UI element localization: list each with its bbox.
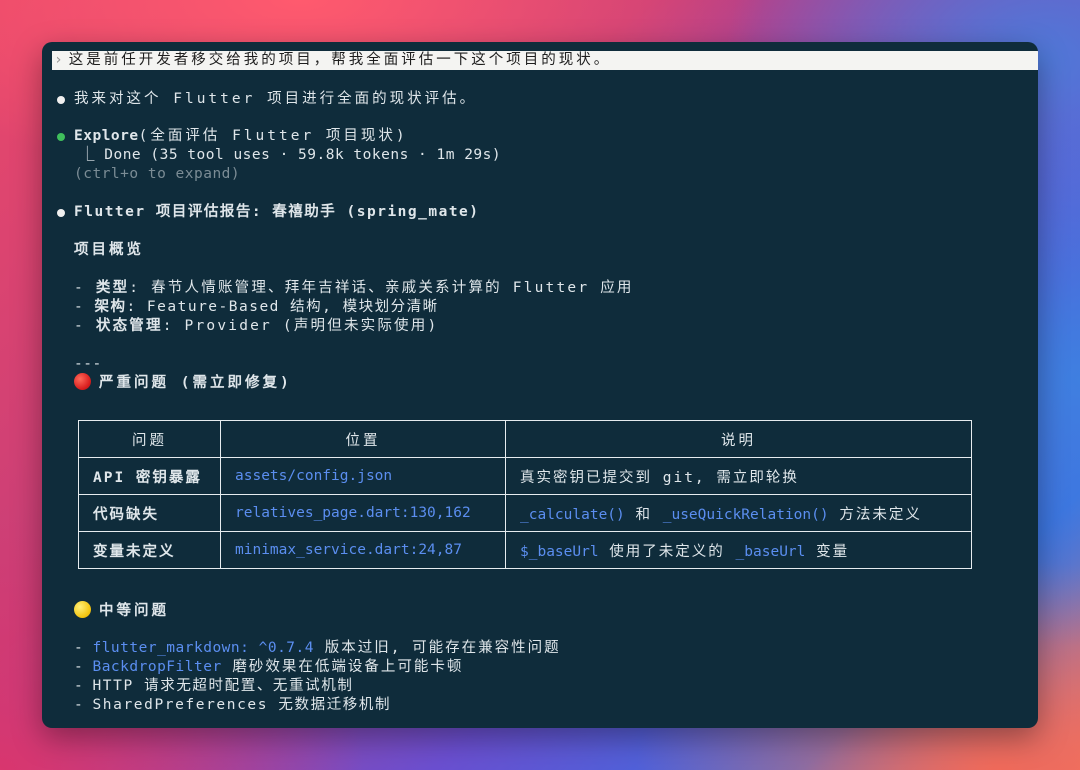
row-description: $_baseUrl 使用了未定义的 _baseUrl 变量 xyxy=(505,531,972,569)
tool-result-line: ⎿ Done (35 tool uses · 59.8k tokens · 1m… xyxy=(80,146,501,165)
intro-text: 我来对这个 Flutter 项目进行全面的现状评估。 xyxy=(74,91,478,107)
tool-result: Done (35 tool uses · 59.8k tokens · 1m 2… xyxy=(104,147,502,163)
medium-heading: 中等问题 xyxy=(74,601,169,621)
overview-item-state: - 状态管理: Provider (声明但未实际使用) xyxy=(74,318,439,334)
red-circle-icon xyxy=(74,373,91,390)
terminal-window: › 这是前任开发者移交给我的项目，帮我全面评估一下这个项目的现状。 我来对这个 F… xyxy=(42,42,1038,728)
tool-call-line: Explore(全面评估 Flutter 项目现状) xyxy=(74,127,408,146)
overview-item-architecture: - 架构: Feature-Based 结构, 模块划分清晰 xyxy=(74,299,439,315)
bullet-icon xyxy=(57,209,65,217)
separator: --- xyxy=(74,356,102,372)
expand-hint[interactable]: (ctrl+o to expand) xyxy=(74,165,240,184)
medium-item: - SharedPreferences 无数据迁移机制 xyxy=(74,697,392,713)
prompt-chevron-icon: › xyxy=(54,52,63,68)
prompt-text: 这是前任开发者移交给我的项目，帮我全面评估一下这个项目的现状。 xyxy=(68,52,612,68)
overview-item-type: - 类型: 春节人情账管理、拜年吉祥话、亲戚关系计算的 Flutter 应用 xyxy=(74,280,634,296)
tool-name: Explore xyxy=(74,128,139,144)
table-row: 代码缺失 relatives_page.dart:130,162 _calcul… xyxy=(78,494,972,532)
table-header-row: 问题 位置 说明 xyxy=(78,420,972,458)
row-issue: 变量未定义 xyxy=(78,531,221,569)
row-location: assets/config.json xyxy=(220,457,506,495)
tool-status-icon xyxy=(57,133,65,141)
table-row: API 密钥暴露 assets/config.json 真实密钥已提交到 git… xyxy=(78,457,972,495)
overview-heading: 项目概览 xyxy=(74,242,144,258)
issues-table: 问题 位置 说明 API 密钥暴露 assets/config.json 真实密… xyxy=(78,420,972,569)
row-location: relatives_page.dart:130,162 xyxy=(220,494,506,532)
table-row: 变量未定义 minimax_service.dart:24,87 $_baseU… xyxy=(78,531,972,569)
medium-item: - flutter_markdown: ^0.7.4 版本过旧, 可能存在兼容性… xyxy=(74,640,561,656)
medium-item: - BackdropFilter 磨砂效果在低端设备上可能卡顿 xyxy=(74,659,464,675)
header-location: 位置 xyxy=(220,420,506,458)
medium-item: - HTTP 请求无超时配置、无重试机制 xyxy=(74,678,354,694)
tree-branch-icon: ⎿ xyxy=(80,147,105,163)
header-issue: 问题 xyxy=(78,420,221,458)
yellow-circle-icon xyxy=(74,601,91,618)
severe-heading: 严重问题 (需立即修复) xyxy=(74,373,292,393)
report-title: Flutter 项目评估报告: 春禧助手 (spring_mate) xyxy=(74,204,480,220)
tool-args: (全面评估 Flutter 项目现状) xyxy=(138,128,408,144)
row-issue: API 密钥暴露 xyxy=(78,457,221,495)
header-description: 说明 xyxy=(505,420,972,458)
bullet-icon xyxy=(57,96,65,104)
row-description: _calculate() 和 _useQuickRelation() 方法未定义 xyxy=(505,494,972,532)
user-prompt: › 这是前任开发者移交给我的项目，帮我全面评估一下这个项目的现状。 xyxy=(52,51,1038,70)
row-issue: 代码缺失 xyxy=(78,494,221,532)
row-description: 真实密钥已提交到 git, 需立即轮换 xyxy=(505,457,972,495)
row-location: minimax_service.dart:24,87 xyxy=(220,531,506,569)
